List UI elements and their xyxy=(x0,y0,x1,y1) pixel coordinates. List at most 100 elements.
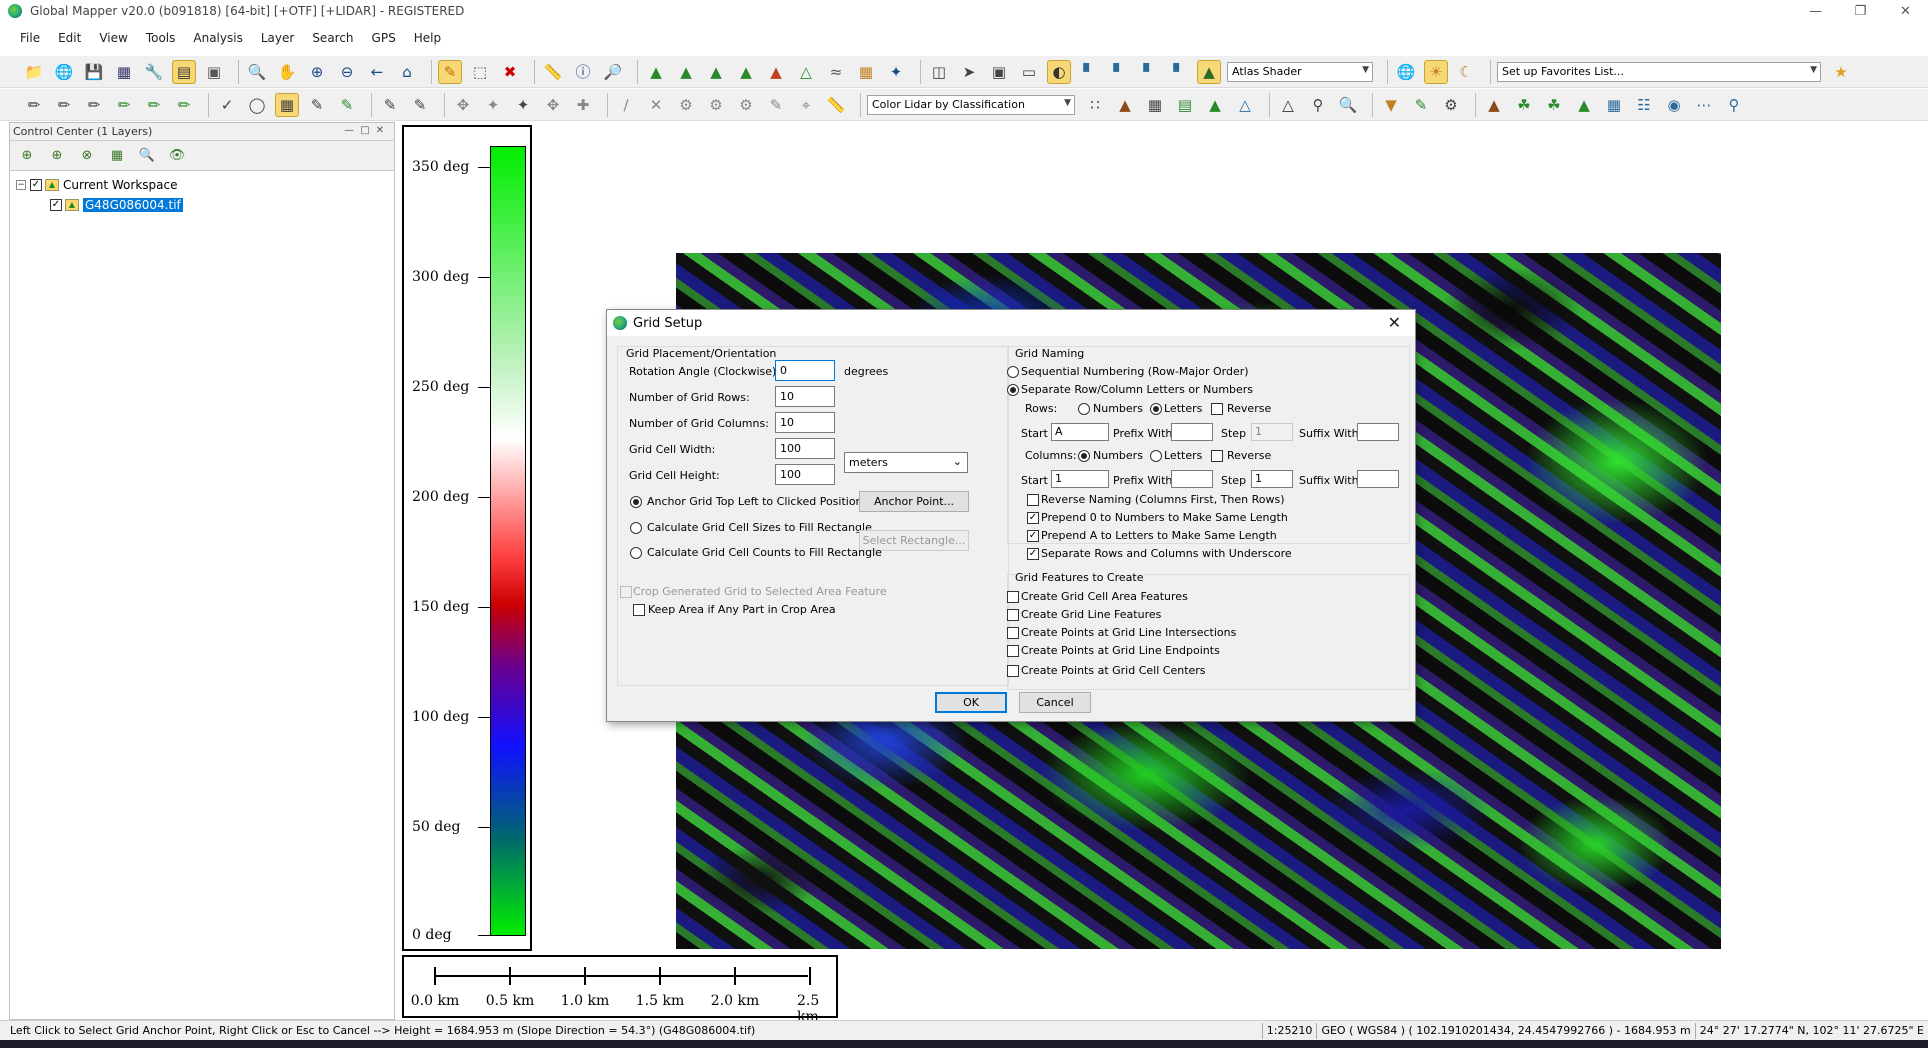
ruler-icon[interactable]: 📏 xyxy=(824,93,848,117)
layer-visibility-icon[interactable]: 👁 xyxy=(166,145,188,167)
endpoints-checkbox[interactable] xyxy=(1007,645,1019,657)
satellite-icon[interactable]: ✦ xyxy=(884,60,908,84)
lidar-color-select[interactable]: Color Lidar by Classification ▼ xyxy=(867,94,1075,115)
globe-icon[interactable]: 🌐 xyxy=(52,60,76,84)
sequential-radio[interactable] xyxy=(1007,366,1019,378)
lidar-tool-4-icon[interactable]: ▤ xyxy=(1173,93,1197,117)
reverse-naming-label[interactable]: Reverse Naming (Columns First, Then Rows… xyxy=(1041,493,1285,506)
minimize-button[interactable]: — xyxy=(1793,0,1838,22)
snap-tool-4-icon[interactable]: ⚙ xyxy=(704,93,728,117)
snap-tool-2-icon[interactable]: ✕ xyxy=(644,93,668,117)
rows-input[interactable]: 10 xyxy=(775,386,835,407)
line-tool-1-icon[interactable]: ✏ xyxy=(22,93,46,117)
control-center-icon[interactable]: ▤ xyxy=(172,59,196,84)
crop-checkbox[interactable] xyxy=(620,586,632,598)
edit-tool-5-icon[interactable]: ✎ xyxy=(408,93,432,117)
layout-icon[interactable]: ◫ xyxy=(927,60,951,84)
class-key-icon[interactable]: ⚲ xyxy=(1722,93,1746,117)
pan-hand-icon[interactable]: ✋ xyxy=(275,60,299,84)
measure-icon[interactable]: 📏 xyxy=(541,60,565,84)
filter-icon[interactable]: ▼ xyxy=(1379,93,1403,117)
endpoints-label[interactable]: Create Points at Grid Line Endpoints xyxy=(1021,644,1220,657)
circle-tool-icon[interactable]: ◯ xyxy=(245,93,269,117)
zoom-out-icon[interactable]: ⊖ xyxy=(335,60,359,84)
shader-icon[interactable]: ▲ xyxy=(1197,59,1221,84)
lidar-tool-3-icon[interactable]: ▦ xyxy=(1143,93,1167,117)
3d-view-icon[interactable]: ▭ xyxy=(1017,60,1041,84)
edit-tool-4-icon[interactable]: ✎ xyxy=(378,93,402,117)
snap-tool-6-icon[interactable]: ✎ xyxy=(764,93,788,117)
cell-width-input[interactable]: 100 xyxy=(775,438,835,459)
intersections-checkbox[interactable] xyxy=(1007,627,1019,639)
lidar-settings-icon[interactable]: ⚙ xyxy=(1439,93,1463,117)
rows-letters-label[interactable]: Letters xyxy=(1164,402,1202,415)
class-tower-icon[interactable]: ☷ xyxy=(1632,93,1656,117)
menu-tools[interactable]: Tools xyxy=(146,31,176,45)
prepend-zero-checkbox[interactable]: ✓ xyxy=(1027,512,1039,524)
edit-tool-3-icon[interactable]: ✎ xyxy=(335,93,359,117)
cols-reverse-checkbox[interactable] xyxy=(1211,450,1223,462)
hillshade-icon[interactable]: ◐ xyxy=(1047,59,1071,84)
class-tree-icon[interactable]: ▲ xyxy=(1572,93,1596,117)
menu-layer[interactable]: Layer xyxy=(261,31,294,45)
terrain-tool-4-icon[interactable]: ▲ xyxy=(734,60,758,84)
terrain-tool-1-icon[interactable]: ▲ xyxy=(644,60,668,84)
layer-search-icon[interactable]: 🔍 xyxy=(136,145,158,167)
terrain-tool-3-icon[interactable]: ▲ xyxy=(704,60,728,84)
ok-button[interactable]: OK xyxy=(935,692,1007,713)
line-tool-3-icon[interactable]: ✏ xyxy=(82,93,106,117)
separate-label[interactable]: Separate Row/Column Letters or Numbers xyxy=(1021,383,1253,396)
menu-edit[interactable]: Edit xyxy=(58,31,81,45)
cell-area-label[interactable]: Create Grid Cell Area Features xyxy=(1021,590,1188,603)
calc-sizes-label[interactable]: Calculate Grid Cell Sizes to Fill Rectan… xyxy=(647,521,872,534)
centers-label[interactable]: Create Points at Grid Cell Centers xyxy=(1021,664,1206,677)
class-building-icon[interactable]: ▦ xyxy=(1602,93,1626,117)
elevation-icon-2[interactable]: ▘ xyxy=(1107,60,1131,84)
snap-tool-1-icon[interactable]: ∕ xyxy=(614,93,638,117)
anchor-point-button[interactable]: Anchor Point... xyxy=(859,491,969,512)
add-layer-icon[interactable]: ⊕ xyxy=(16,145,38,167)
cols-letters-label[interactable]: Letters xyxy=(1164,449,1202,462)
back-arrow-icon[interactable]: ← xyxy=(365,60,389,84)
add-layer-group-icon[interactable]: ⊕ xyxy=(46,145,68,167)
open-folder-icon[interactable]: 📁 xyxy=(22,60,46,84)
lidar-edit-icon[interactable]: ✎ xyxy=(1409,93,1433,117)
world-icon[interactable]: 🌐 xyxy=(1394,60,1418,84)
menu-analysis[interactable]: Analysis xyxy=(193,31,242,45)
keep-area-label[interactable]: Keep Area if Any Part in Crop Area xyxy=(648,603,836,616)
line-tool-6-icon[interactable]: ✏ xyxy=(172,93,196,117)
lidar-tool-6-icon[interactable]: △ xyxy=(1233,93,1257,117)
snap-tool-3-icon[interactable]: ⚙ xyxy=(674,93,698,117)
rows-reverse-checkbox[interactable] xyxy=(1211,403,1223,415)
favorites-select[interactable]: Set up Favorites List... ▼ xyxy=(1497,61,1821,82)
vertex-tool-4-icon[interactable]: ✚ xyxy=(571,93,595,117)
col-step-input[interactable]: 1 xyxy=(1251,470,1293,488)
triangle-tool-icon[interactable]: △ xyxy=(1276,93,1300,117)
line-tool-5-icon[interactable]: ✏ xyxy=(142,93,166,117)
rotation-input[interactable]: 0 xyxy=(775,360,835,381)
save-icon[interactable]: 💾 xyxy=(82,60,106,84)
intersections-label[interactable]: Create Points at Grid Line Intersections xyxy=(1021,626,1236,639)
edit-tool-2-icon[interactable]: ✎ xyxy=(305,93,329,117)
home-icon[interactable]: ⌂ xyxy=(395,60,419,84)
class-veg-2-icon[interactable]: ☘ xyxy=(1542,93,1566,117)
vertex-tool-1-icon[interactable]: ✦ xyxy=(481,93,505,117)
cols-numbers-radio[interactable] xyxy=(1078,450,1090,462)
workspace-checkbox[interactable]: ✓ xyxy=(30,179,42,191)
tree-row-layer[interactable]: ✓ ▲ G48G086004.tif xyxy=(16,195,388,215)
col-start-input[interactable]: 1 xyxy=(1051,470,1109,488)
elevation-icon-1[interactable]: ▘ xyxy=(1077,60,1101,84)
cell-area-checkbox[interactable] xyxy=(1007,591,1019,603)
grid-line-checkbox[interactable] xyxy=(1007,609,1019,621)
digitizer-pencil-icon[interactable]: ✎ xyxy=(438,59,462,84)
view-shed-icon[interactable]: △ xyxy=(794,60,818,84)
map-icon[interactable]: ▦ xyxy=(854,60,878,84)
moon-icon[interactable]: ☾ xyxy=(1454,60,1478,84)
prepend-a-label[interactable]: Prepend A to Letters to Make Same Length xyxy=(1041,529,1277,542)
separate-radio[interactable] xyxy=(1007,384,1019,396)
lidar-search-icon[interactable]: 🔍 xyxy=(1336,93,1360,117)
snap-tool-5-icon[interactable]: ⚙ xyxy=(734,93,758,117)
menu-file[interactable]: File xyxy=(20,31,40,45)
delete-icon[interactable]: ✖ xyxy=(498,60,522,84)
vertex-tool-2-icon[interactable]: ✦ xyxy=(511,93,535,117)
